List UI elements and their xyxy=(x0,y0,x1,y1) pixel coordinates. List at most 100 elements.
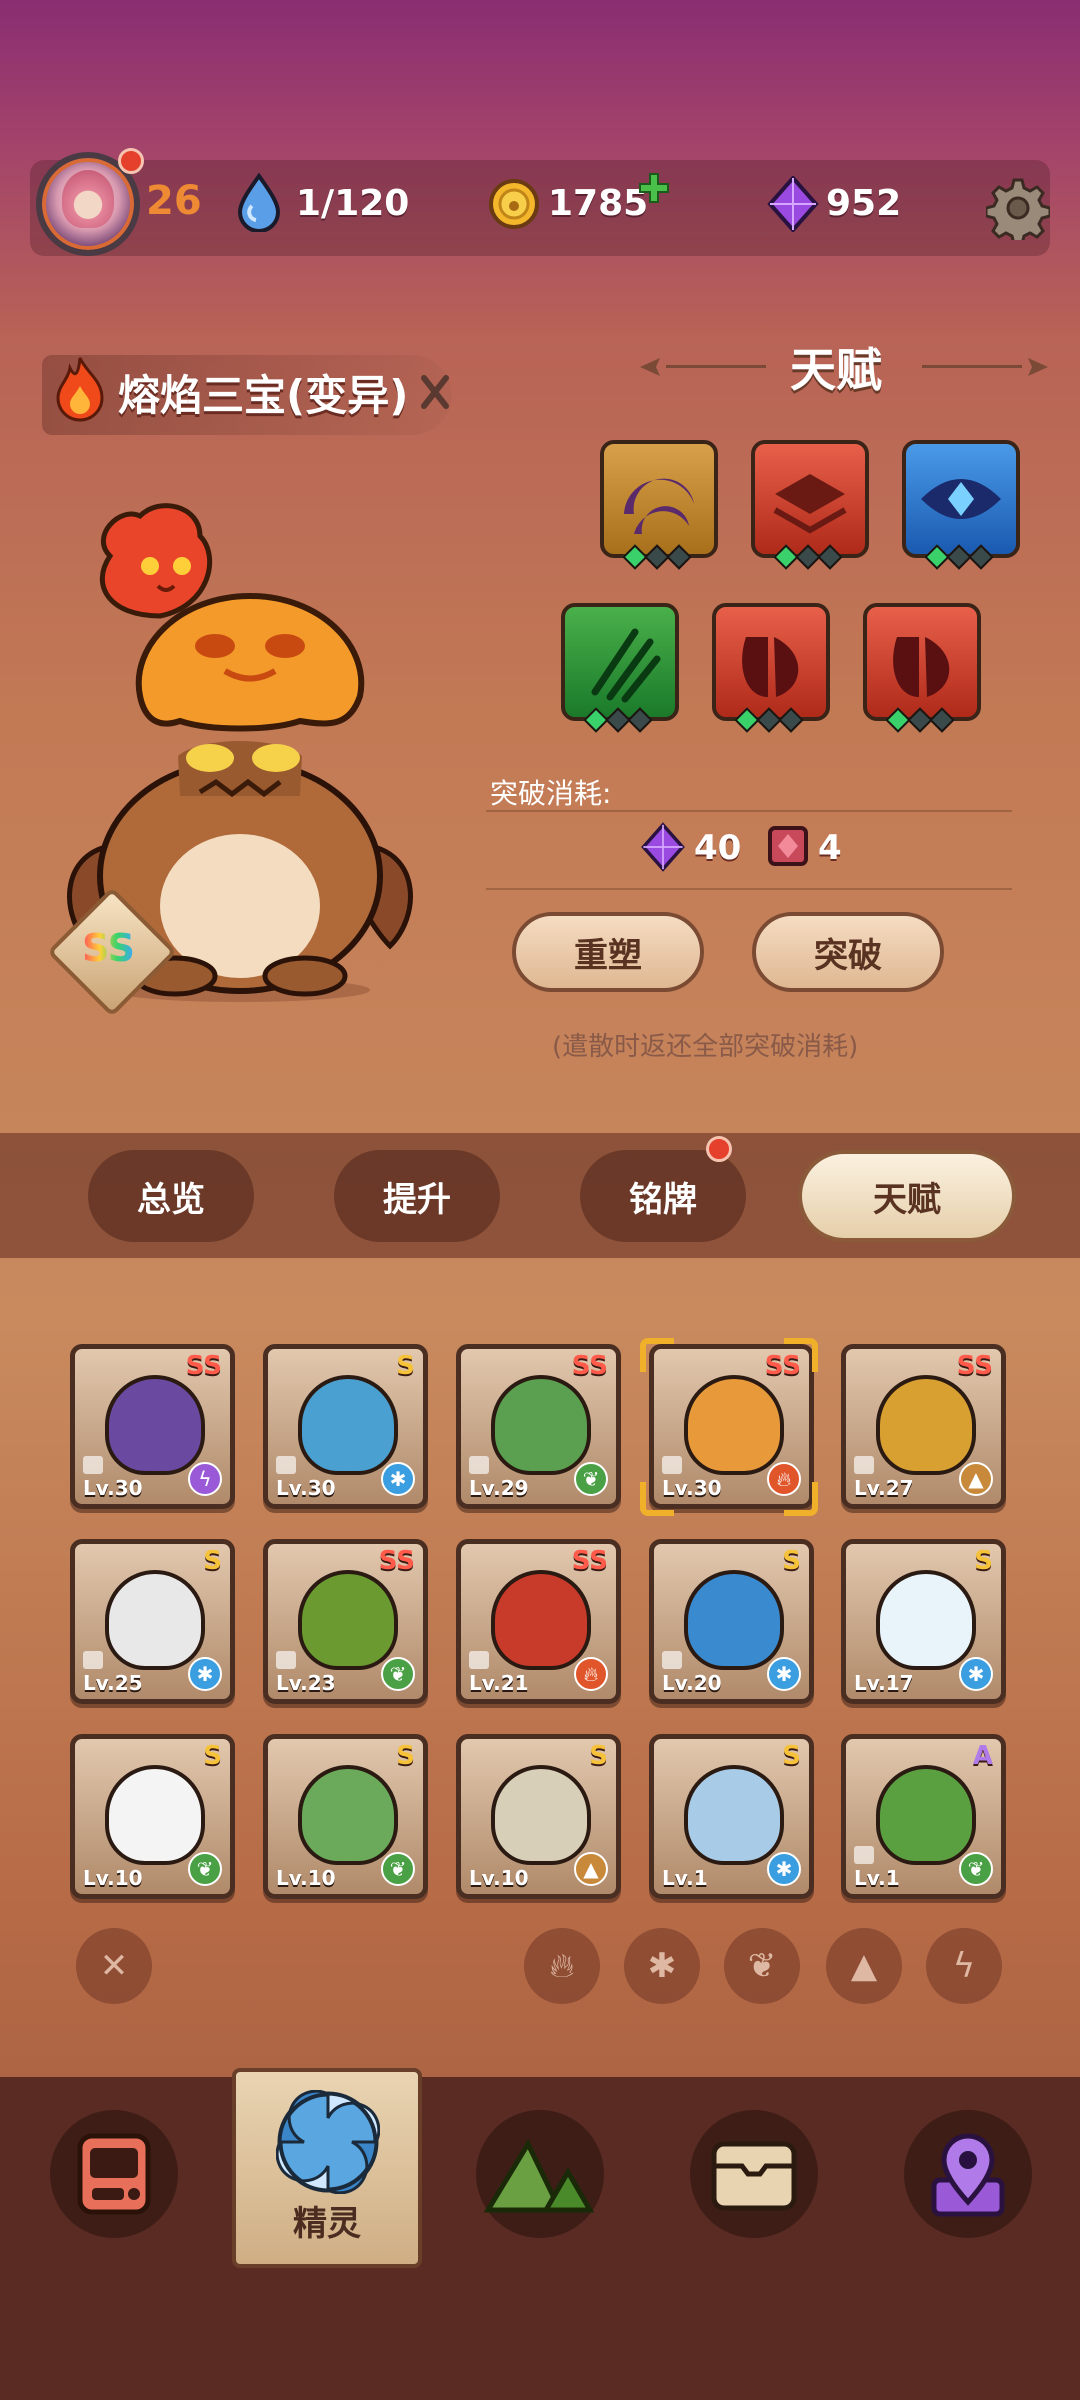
earth-filter-icon[interactable]: ▲ xyxy=(826,1928,902,2004)
gear-icon[interactable] xyxy=(986,176,1050,240)
lock-icon xyxy=(662,1651,682,1669)
selection-corner xyxy=(784,1338,818,1372)
creature-name: 熔焰三宝(变异) xyxy=(118,371,409,420)
earth-element-icon: ▲ xyxy=(574,1852,608,1886)
water-element-icon: ✱ xyxy=(767,1852,801,1886)
eye-talent-icon[interactable] xyxy=(902,440,1020,570)
creature-card[interactable]: S Lv.30 ✱ xyxy=(263,1344,428,1509)
creature-thumbnail xyxy=(105,1570,205,1670)
creature-card[interactable]: S Lv.10 ❦ xyxy=(263,1734,428,1899)
water-filter-icon[interactable]: ✱ xyxy=(624,1928,700,2004)
fire-icon xyxy=(56,356,104,422)
title-ornament-right xyxy=(922,358,1048,376)
creature-thumbnail xyxy=(105,1765,205,1865)
creature-level: Lv.10 xyxy=(469,1866,529,1890)
grass-element-icon: ❦ xyxy=(381,1657,415,1691)
rank-badge-text: SS xyxy=(82,926,136,970)
grass-filter-icon[interactable]: ❦ xyxy=(724,1928,800,2004)
creature-thumbnail xyxy=(684,1375,784,1475)
reshape-button[interactable]: 重塑 xyxy=(512,912,704,992)
breakthrough-button[interactable]: 突破 xyxy=(752,912,944,992)
avatar-notification-dot xyxy=(118,148,144,174)
creature-card[interactable]: S Lv.10 ❦ xyxy=(70,1734,235,1899)
creature-rank: S xyxy=(396,1741,415,1771)
nav-inventory[interactable] xyxy=(690,2110,818,2238)
creature-card[interactable]: S Lv.25 ✱ xyxy=(70,1539,235,1704)
creature-level: Lv.30 xyxy=(83,1476,143,1500)
drop-talent-icon[interactable] xyxy=(712,603,830,733)
creature-card[interactable]: SS Lv.21 🔥︎ xyxy=(456,1539,621,1704)
creature-rank: SS xyxy=(956,1351,993,1381)
tab-badge[interactable]: 铭牌 xyxy=(580,1150,746,1242)
creature-card[interactable]: SS Lv.30 ϟ xyxy=(70,1344,235,1509)
water-element-icon: ✱ xyxy=(381,1462,415,1496)
lock-icon xyxy=(854,1846,874,1864)
creature-card[interactable]: SS Lv.27 ▲ xyxy=(841,1344,1006,1509)
grass-element-icon: ❦ xyxy=(188,1852,222,1886)
lock-icon xyxy=(83,1651,103,1669)
creature-thumbnail xyxy=(684,1570,784,1670)
creature-thumbnail xyxy=(876,1570,976,1670)
coin-value: 1785 xyxy=(548,183,649,224)
talent-title: 天赋 xyxy=(790,343,882,397)
device-icon xyxy=(77,2133,151,2215)
claw-talent-icon[interactable] xyxy=(561,603,679,733)
creature-rank: S xyxy=(782,1741,801,1771)
creature-thumbnail xyxy=(491,1765,591,1865)
creature-level: Lv.17 xyxy=(854,1671,914,1695)
creature-thumbnail xyxy=(298,1765,398,1865)
dismiss-refund-note: (遣散时返还全部突破消耗) xyxy=(552,1032,859,1062)
creature-thumbnail xyxy=(491,1375,591,1475)
grass-element-icon: ❦ xyxy=(381,1852,415,1886)
player-level: 26 xyxy=(146,178,202,224)
lock-icon xyxy=(276,1651,296,1669)
gem-icon xyxy=(641,822,685,872)
creature-thumbnail xyxy=(298,1375,398,1475)
plus-icon[interactable] xyxy=(636,170,672,206)
divider xyxy=(486,810,1012,812)
crescent-talent-icon[interactable] xyxy=(600,440,718,570)
nav-device[interactable] xyxy=(50,2110,178,2238)
creature-card[interactable]: A Lv.1 ❦ xyxy=(841,1734,1006,1899)
tab-overview[interactable]: 总览 xyxy=(88,1150,254,1242)
creature-card[interactable]: SS Lv.23 ❦ xyxy=(263,1539,428,1704)
lock-icon xyxy=(469,1456,489,1474)
lock-icon xyxy=(276,1456,296,1474)
fire-filter-icon[interactable]: 🔥︎ xyxy=(524,1928,600,2004)
creature-rank: SS xyxy=(571,1351,608,1381)
creature-card[interactable]: S Lv.1 ✱ xyxy=(649,1734,814,1899)
creature-thumbnail xyxy=(684,1765,784,1865)
earth-element-icon: ▲ xyxy=(959,1462,993,1496)
clear-filter-icon[interactable]: ✕ xyxy=(76,1928,152,2004)
creature-thumbnail xyxy=(876,1375,976,1475)
creature-card[interactable]: S Lv.17 ✱ xyxy=(841,1539,1006,1704)
creature-level: Lv.10 xyxy=(276,1866,336,1890)
lock-icon xyxy=(854,1456,874,1474)
layers-talent-icon[interactable] xyxy=(751,440,869,570)
creature-level: Lv.29 xyxy=(469,1476,529,1500)
water-element-icon: ✱ xyxy=(767,1657,801,1691)
title-ornament-left xyxy=(640,358,766,376)
nav-explore[interactable] xyxy=(476,2110,604,2238)
water-drop-icon xyxy=(237,172,281,232)
nav-spirit-label: 精灵 xyxy=(293,2204,361,2244)
creature-card[interactable]: S Lv.10 ▲ xyxy=(456,1734,621,1899)
creature-rank: S xyxy=(974,1546,993,1576)
creature-card[interactable]: S Lv.20 ✱ xyxy=(649,1539,814,1704)
creature-level: Lv.1 xyxy=(854,1866,900,1890)
creature-level: Lv.30 xyxy=(276,1476,336,1500)
nav-map[interactable] xyxy=(904,2110,1032,2238)
creature-card[interactable]: SS Lv.29 ❦ xyxy=(456,1344,621,1509)
selection-corner xyxy=(640,1482,674,1516)
cost-gems-value: 40 xyxy=(694,828,742,868)
gender-icon xyxy=(421,375,449,409)
water-element-icon: ✱ xyxy=(188,1657,222,1691)
tab-upgrade[interactable]: 提升 xyxy=(334,1150,500,1242)
water-element-icon: ✱ xyxy=(959,1657,993,1691)
creature-thumbnail xyxy=(876,1765,976,1865)
electric-filter-icon[interactable]: ϟ xyxy=(926,1928,1002,2004)
tab-talent[interactable]: 天赋 xyxy=(798,1150,1016,1242)
drop-talent-icon[interactable] xyxy=(863,603,981,733)
grass-element-icon: ❦ xyxy=(574,1462,608,1496)
creature-level: Lv.10 xyxy=(83,1866,143,1890)
